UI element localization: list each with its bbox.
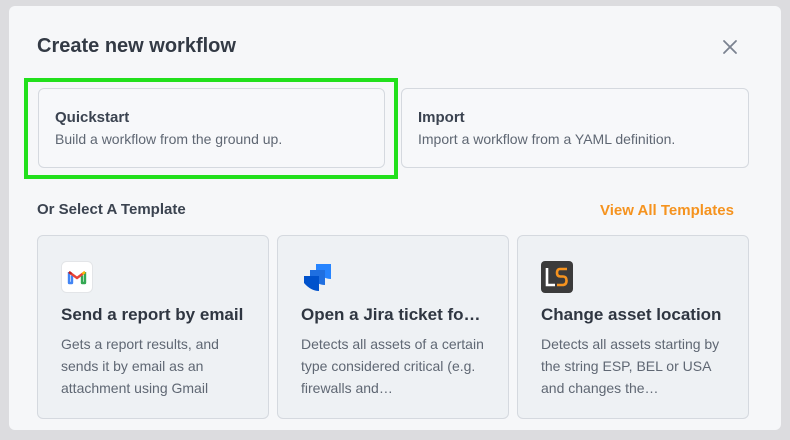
template-description: Gets a report results, and sends it by e… bbox=[61, 336, 219, 396]
import-option[interactable]: Import Import a workflow from a YAML def… bbox=[401, 88, 749, 168]
quickstart-description: Build a workflow from the ground up. bbox=[55, 131, 283, 147]
templates-heading: Or Select A Template bbox=[37, 201, 186, 218]
dialog-title: Create new workflow bbox=[37, 35, 236, 57]
template-description: Detects all assets starting by the strin… bbox=[541, 336, 720, 396]
template-card-jira-ticket[interactable]: Open a Jira ticket for… Detects all asse… bbox=[277, 235, 509, 419]
quickstart-option[interactable]: Quickstart Build a workflow from the gro… bbox=[38, 88, 385, 168]
template-card-change-location[interactable]: Change asset location Detects all assets… bbox=[517, 235, 749, 419]
template-title: Open a Jira ticket for… bbox=[301, 305, 485, 324]
template-card-send-report[interactable]: Send a report by email Gets a report res… bbox=[37, 235, 269, 419]
template-description: Detects all assets of a certain type con… bbox=[301, 336, 484, 396]
template-title: Send a report by email bbox=[61, 305, 244, 324]
template-title: Change asset location bbox=[541, 305, 722, 324]
close-icon[interactable] bbox=[719, 36, 741, 58]
jira-icon bbox=[304, 264, 331, 291]
gmail-icon bbox=[61, 261, 93, 293]
view-all-templates-link[interactable]: View All Templates bbox=[600, 202, 734, 219]
create-workflow-dialog: Create new workflow Quickstart Build a w… bbox=[9, 6, 781, 430]
import-title: Import bbox=[418, 109, 465, 126]
ls-logo-icon bbox=[541, 261, 573, 293]
import-description: Import a workflow from a YAML definition… bbox=[418, 131, 676, 147]
quickstart-title: Quickstart bbox=[55, 109, 130, 126]
